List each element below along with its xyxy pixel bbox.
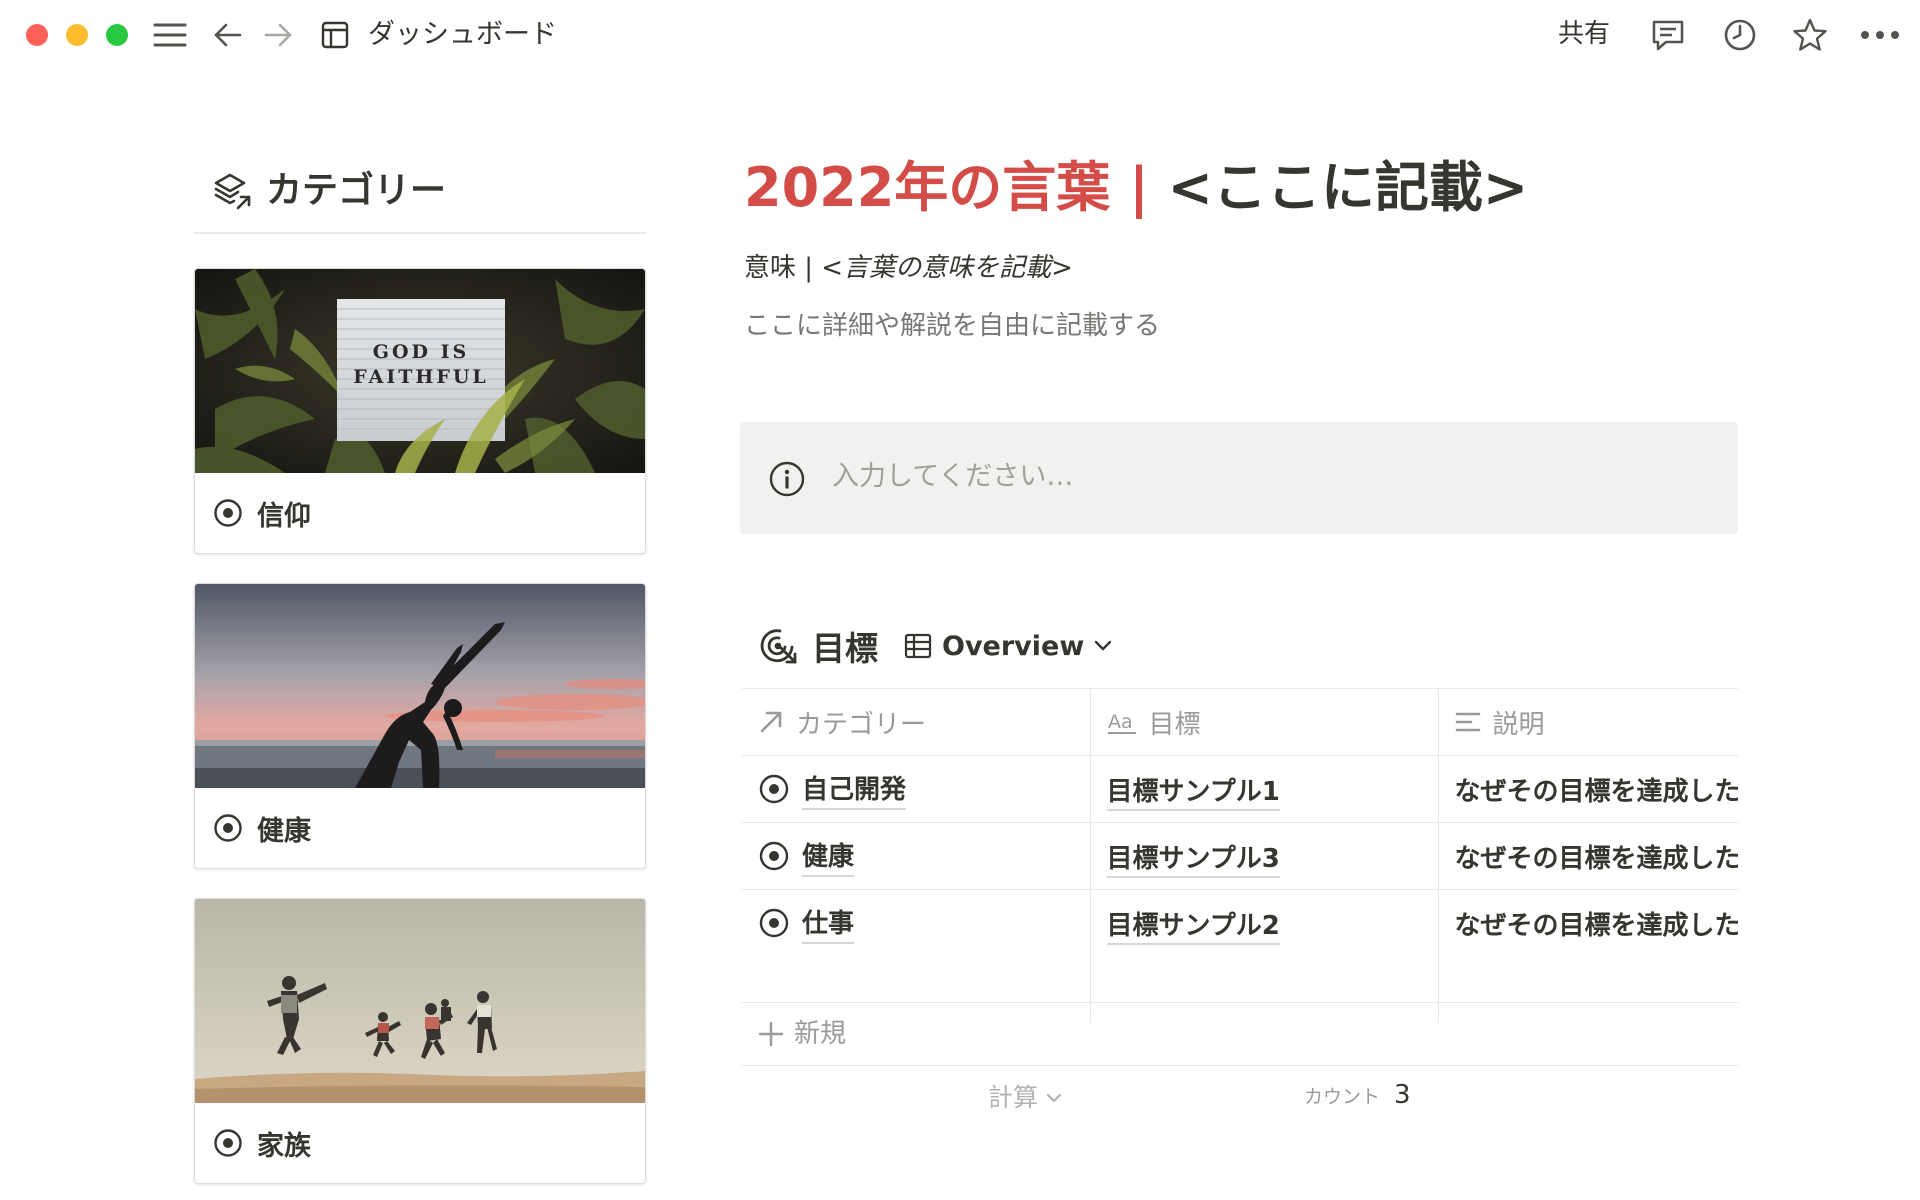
back-arrow-icon[interactable] [210, 17, 246, 53]
goal-cell[interactable]: 目標サンプル1 [1090, 755, 1439, 823]
health-cover-image [195, 584, 645, 788]
meaning-line[interactable]: 意味 | <言葉の意味を記載> [744, 248, 1073, 288]
category-card-label: 信仰 [257, 500, 311, 532]
count-label: カウント [1304, 1086, 1381, 1108]
goals-table: カテゴリー Aa 目標 説明 自己開発 目標サンプル1 なぜその目標を達成した … [742, 688, 1738, 1023]
table-row[interactable]: 自己開発 目標サンプル1 なぜその目標を達成したいか [742, 755, 1738, 823]
category-cell[interactable]: 仕事 [742, 889, 1091, 957]
page-title-year-part: 2022年の言葉 | [744, 156, 1168, 219]
database-title[interactable]: 目標 [812, 622, 878, 670]
category-link[interactable]: 自己開発 [802, 769, 907, 810]
table-view-icon [904, 633, 932, 659]
description-cell[interactable]: なぜその目標を達成したいか [1438, 755, 1738, 823]
calculate-dropdown[interactable]: 計算 [988, 1078, 1062, 1118]
table-header-row: カテゴリー Aa 目標 説明 [742, 688, 1738, 756]
comment-icon[interactable] [1646, 17, 1690, 53]
category-cell[interactable]: 健康 [742, 822, 1091, 890]
callout-block[interactable]: 入力してください… [740, 422, 1738, 534]
window-zoom-button[interactable] [106, 24, 128, 46]
category-link[interactable]: 仕事 [802, 903, 855, 944]
star-icon[interactable] [1788, 17, 1832, 53]
new-row-button[interactable]: 新規 [742, 1002, 1738, 1066]
goal-link[interactable]: 目標サンプル2 [1106, 910, 1280, 945]
cover-board-text-line2: FAITHFUL [353, 366, 489, 388]
relation-arrow-icon [760, 711, 782, 733]
calculate-label: 計算 [988, 1083, 1039, 1112]
category-card-faith[interactable]: GOD IS FAITHFUL 信仰 [194, 268, 646, 554]
share-button[interactable]: 共有 [1558, 15, 1610, 53]
view-selector[interactable]: Overview [904, 631, 1122, 662]
goal-cell[interactable]: 目標サンプル3 [1090, 822, 1439, 890]
target-arrow-icon [760, 629, 797, 664]
table-row[interactable]: 仕事 目標サンプル2 なぜその目標を達成したいか [742, 889, 1738, 957]
goal-link[interactable]: 目標サンプル3 [1106, 843, 1280, 878]
meaning-prefix: 意味 | [744, 253, 822, 283]
page-title[interactable]: 2022年の言葉 | <ここに記載> [744, 152, 1528, 224]
breadcrumb-page-title[interactable]: ダッシュボード [368, 16, 557, 54]
target-dot-icon [214, 1129, 242, 1157]
category-card-caption: 健康 [213, 806, 311, 850]
window-minimize-button[interactable] [66, 24, 88, 46]
chevron-down-icon [1046, 1093, 1062, 1103]
count-value: 3 [1394, 1080, 1411, 1110]
column-header-label: 目標 [1148, 709, 1201, 740]
info-icon [769, 461, 805, 497]
column-header-goal[interactable]: Aa 目標 [1090, 688, 1439, 756]
column-header-category[interactable]: カテゴリー [742, 688, 1091, 756]
meaning-placeholder: <言葉の意味を記載> [821, 253, 1073, 283]
forward-arrow-icon[interactable] [260, 17, 296, 53]
category-card-family[interactable]: 家族 [194, 898, 646, 1184]
category-card-label: 健康 [257, 815, 311, 847]
detail-text[interactable]: ここに詳細や解説を自由に記載する [744, 306, 1160, 346]
target-dot-icon [759, 841, 789, 871]
category-card-caption: 信仰 [213, 491, 311, 535]
goal-cell[interactable]: 目標サンプル2 [1090, 889, 1439, 957]
category-card-caption: 家族 [213, 1121, 311, 1165]
category-section-header: カテゴリー [194, 162, 646, 234]
goal-link[interactable]: 目標サンプル1 [1106, 776, 1280, 811]
layers-arrow-icon [214, 173, 251, 210]
table-row[interactable]: 健康 目標サンプル3 なぜその目標を達成したいか [742, 822, 1738, 890]
text-lines-icon [1455, 712, 1480, 732]
family-cover-image [195, 899, 645, 1103]
top-bar: ダッシュボード 共有 [0, 0, 1920, 70]
new-row-label: 新規 [794, 1019, 847, 1049]
sidebar-menu-icon[interactable] [150, 17, 190, 53]
chevron-down-icon [1095, 640, 1112, 651]
column-header-description[interactable]: 説明 [1438, 688, 1738, 756]
column-header-label: カテゴリー [796, 709, 927, 740]
plus-icon [758, 1021, 784, 1047]
callout-placeholder[interactable]: 入力してください… [832, 456, 1073, 498]
target-dot-icon [759, 909, 789, 938]
page-title-placeholder-part: <ここに記載> [1167, 156, 1529, 219]
description-cell[interactable]: なぜその目標を達成したいか [1438, 889, 1738, 957]
count-summary[interactable]: カウント 3 [1304, 1080, 1411, 1110]
view-name: Overview [942, 630, 1085, 662]
page-layout-icon [318, 17, 352, 53]
cover-board-text-line1: GOD IS [373, 341, 469, 363]
column-header-label: 説明 [1492, 709, 1545, 740]
database-header: 目標 Overview [758, 620, 1122, 672]
target-dot-icon [214, 499, 242, 527]
title-property-icon-text: Aa [1108, 711, 1133, 733]
faith-cover-image: GOD IS FAITHFUL [195, 269, 645, 473]
target-dot-icon [214, 814, 242, 842]
category-section-title: カテゴリー [266, 170, 447, 211]
category-cell[interactable]: 自己開発 [742, 755, 1091, 823]
description-cell[interactable]: なぜその目標を達成したいか [1438, 822, 1738, 890]
category-card-label: 家族 [257, 1130, 311, 1162]
more-icon[interactable] [1856, 17, 1904, 53]
history-icon[interactable] [1718, 17, 1762, 53]
target-dot-icon [759, 774, 789, 804]
category-card-health[interactable]: 健康 [194, 583, 646, 869]
category-link[interactable]: 健康 [802, 836, 855, 877]
title-property-icon: Aa [1107, 711, 1136, 734]
window-close-button[interactable] [26, 24, 48, 46]
